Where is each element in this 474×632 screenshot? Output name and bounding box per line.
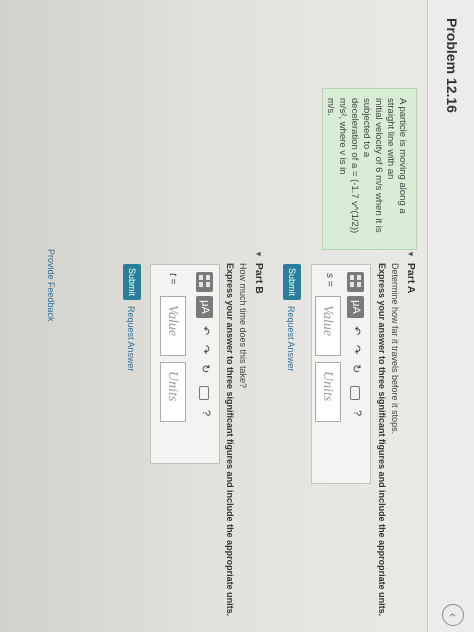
- part-b-submit-button[interactable]: Submit: [123, 264, 141, 300]
- caret-down-icon: ▼: [406, 250, 415, 258]
- part-a-title: Part A: [405, 262, 417, 294]
- redo-icon[interactable]: ↷: [350, 345, 363, 354]
- provide-feedback-link[interactable]: Provide Feedback: [46, 249, 56, 322]
- templates-icon[interactable]: [347, 272, 364, 292]
- part-b-variable: t =: [167, 273, 178, 285]
- units-icon[interactable]: μA: [347, 296, 364, 318]
- part-a-header[interactable]: ▼ Part A: [405, 250, 417, 293]
- part-a-submit-button[interactable]: Submit: [283, 264, 301, 300]
- undo-icon[interactable]: ↶: [350, 326, 363, 335]
- rotated-page: Problem 12.16 ‹ A particle is moving alo…: [0, 0, 474, 632]
- part-a-value-input[interactable]: Value: [315, 296, 341, 356]
- part-a-question: Determine how far it travels before it s…: [390, 263, 400, 435]
- part-b-instruction: Express your answer to three significant…: [225, 263, 235, 617]
- part-b-value-input[interactable]: Value: [160, 296, 186, 356]
- part-a-units-input[interactable]: Units: [315, 362, 341, 422]
- help-icon[interactable]: ?: [351, 410, 363, 416]
- part-b-header[interactable]: ▼ Part B: [253, 250, 265, 294]
- problem-line: deceleration of a = (-1.7 v^(1/2)) m/s²,…: [337, 98, 360, 234]
- problem-line: initial velocity of 6 m/s when it is sub…: [361, 98, 384, 233]
- part-b-title: Part B: [253, 262, 265, 294]
- problem-line: A particle is moving along a straight li…: [385, 98, 408, 214]
- problem-statement: A particle is moving along a straight li…: [322, 88, 417, 250]
- keyboard-icon[interactable]: [199, 386, 209, 400]
- units-icon[interactable]: μA: [196, 296, 213, 318]
- part-b-question: How much time does this take?: [238, 263, 248, 389]
- part-a-instruction: Express your answer to three significant…: [377, 263, 387, 617]
- keyboard-icon[interactable]: [350, 386, 360, 400]
- page-title: Problem 12.16: [444, 18, 460, 113]
- redo-icon[interactable]: ↷: [199, 345, 212, 354]
- part-b-request-answer-link[interactable]: Request Answer: [126, 306, 136, 372]
- chevron-left-icon[interactable]: ‹: [442, 604, 464, 626]
- reset-icon[interactable]: ↻: [350, 364, 363, 373]
- caret-down-icon: ▼: [254, 250, 263, 258]
- reset-icon[interactable]: ↻: [199, 364, 212, 373]
- undo-icon[interactable]: ↶: [199, 326, 212, 335]
- templates-icon[interactable]: [196, 272, 213, 292]
- part-a-request-answer-link[interactable]: Request Answer: [286, 306, 296, 372]
- part-a-variable: s =: [324, 273, 335, 287]
- help-icon[interactable]: ?: [200, 410, 212, 416]
- problem-line: m/s.: [325, 98, 336, 116]
- part-b-units-input[interactable]: Units: [160, 362, 186, 422]
